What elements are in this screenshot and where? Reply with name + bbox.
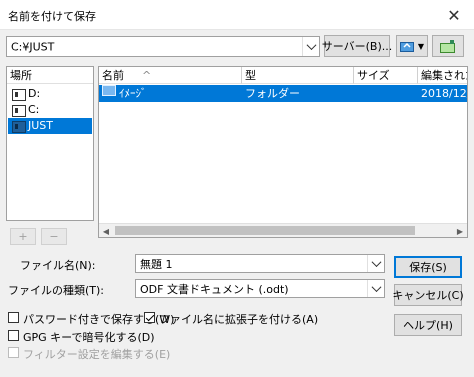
column-header-modified[interactable]: 編集された — [418, 67, 467, 84]
column-header-type[interactable]: 型 — [242, 67, 354, 84]
server-button[interactable]: サーバー(B)... — [322, 35, 392, 57]
filetype-value: ODF 文書ドキュメント (.odt) — [140, 282, 289, 296]
chevron-down-icon — [371, 282, 381, 293]
file-list: 名前^ 型 サイズ 編集された ｲﾒｰｼﾞ フォルダー 2018/12/2 ◀ … — [98, 66, 468, 238]
place-item-just[interactable]: JUST — [8, 118, 92, 134]
auto-extension-checkbox[interactable] — [144, 312, 155, 323]
scroll-right-icon[interactable]: ▶ — [453, 224, 467, 237]
place-item-d[interactable]: D: — [8, 86, 92, 102]
folder-up-icon — [399, 42, 414, 52]
help-button[interactable]: ヘルプ(H) — [394, 314, 462, 336]
file-type: フォルダー — [245, 87, 300, 100]
drive-icon — [12, 121, 26, 133]
filename-label: ファイル名(N): — [20, 259, 96, 272]
filename-combobox[interactable]: 無題 1 — [135, 254, 385, 273]
title-bar: 名前を付けて保存 ✕ — [0, 0, 474, 30]
filetype-dropdown-arrow[interactable] — [367, 280, 384, 297]
new-folder-button[interactable] — [432, 35, 464, 57]
filetype-label: ファイルの種類(T): — [8, 284, 105, 297]
path-value: C:¥JUST — [11, 40, 55, 53]
dropdown-triangle-icon: ▼ — [417, 41, 425, 51]
sort-indicator-icon: ^ — [142, 69, 152, 82]
places-panel: 場所 D: C: JUST — [6, 66, 94, 221]
password-checkbox[interactable] — [8, 312, 19, 323]
gpg-checkbox[interactable] — [8, 330, 19, 341]
window-title: 名前を付けて保存 — [8, 10, 96, 23]
drive-icon — [12, 105, 26, 117]
chevron-down-icon — [306, 40, 316, 51]
filetype-combobox[interactable]: ODF 文書ドキュメント (.odt) — [135, 279, 385, 298]
cancel-button[interactable]: キャンセル(C) — [392, 284, 464, 306]
scrollbar-thumb[interactable] — [115, 226, 415, 235]
chevron-down-icon — [371, 257, 381, 268]
add-place-button[interactable]: + — [10, 228, 36, 245]
filter-settings-checkbox — [8, 347, 19, 358]
drive-icon — [12, 89, 26, 101]
horizontal-scrollbar[interactable]: ◀ ▶ — [99, 223, 467, 237]
filename-dropdown-arrow[interactable] — [367, 255, 384, 272]
path-combobox[interactable]: C:¥JUST — [6, 36, 320, 57]
path-dropdown-arrow[interactable] — [302, 37, 319, 56]
close-icon: ✕ — [447, 5, 461, 25]
file-name: ｲﾒｰｼﾞ — [119, 87, 147, 100]
places-header: 場所 — [7, 67, 93, 84]
column-header-name[interactable]: 名前 ^ — [99, 67, 242, 84]
file-row[interactable]: ｲﾒｰｼﾞ フォルダー 2018/12/2 — [99, 85, 467, 102]
remove-place-button[interactable]: − — [41, 228, 67, 245]
close-button[interactable]: ✕ — [434, 0, 474, 30]
folder-view-button[interactable]: ▼ — [396, 35, 428, 57]
save-button[interactable]: 保存(S) — [394, 256, 462, 278]
file-modified: 2018/12/2 — [421, 87, 467, 100]
scroll-left-icon[interactable]: ◀ — [99, 224, 113, 237]
filename-value: 無題 1 — [140, 257, 173, 271]
new-folder-icon — [440, 39, 455, 53]
folder-icon — [102, 85, 116, 96]
place-item-c[interactable]: C: — [8, 102, 92, 118]
column-header-size[interactable]: サイズ — [354, 67, 418, 84]
